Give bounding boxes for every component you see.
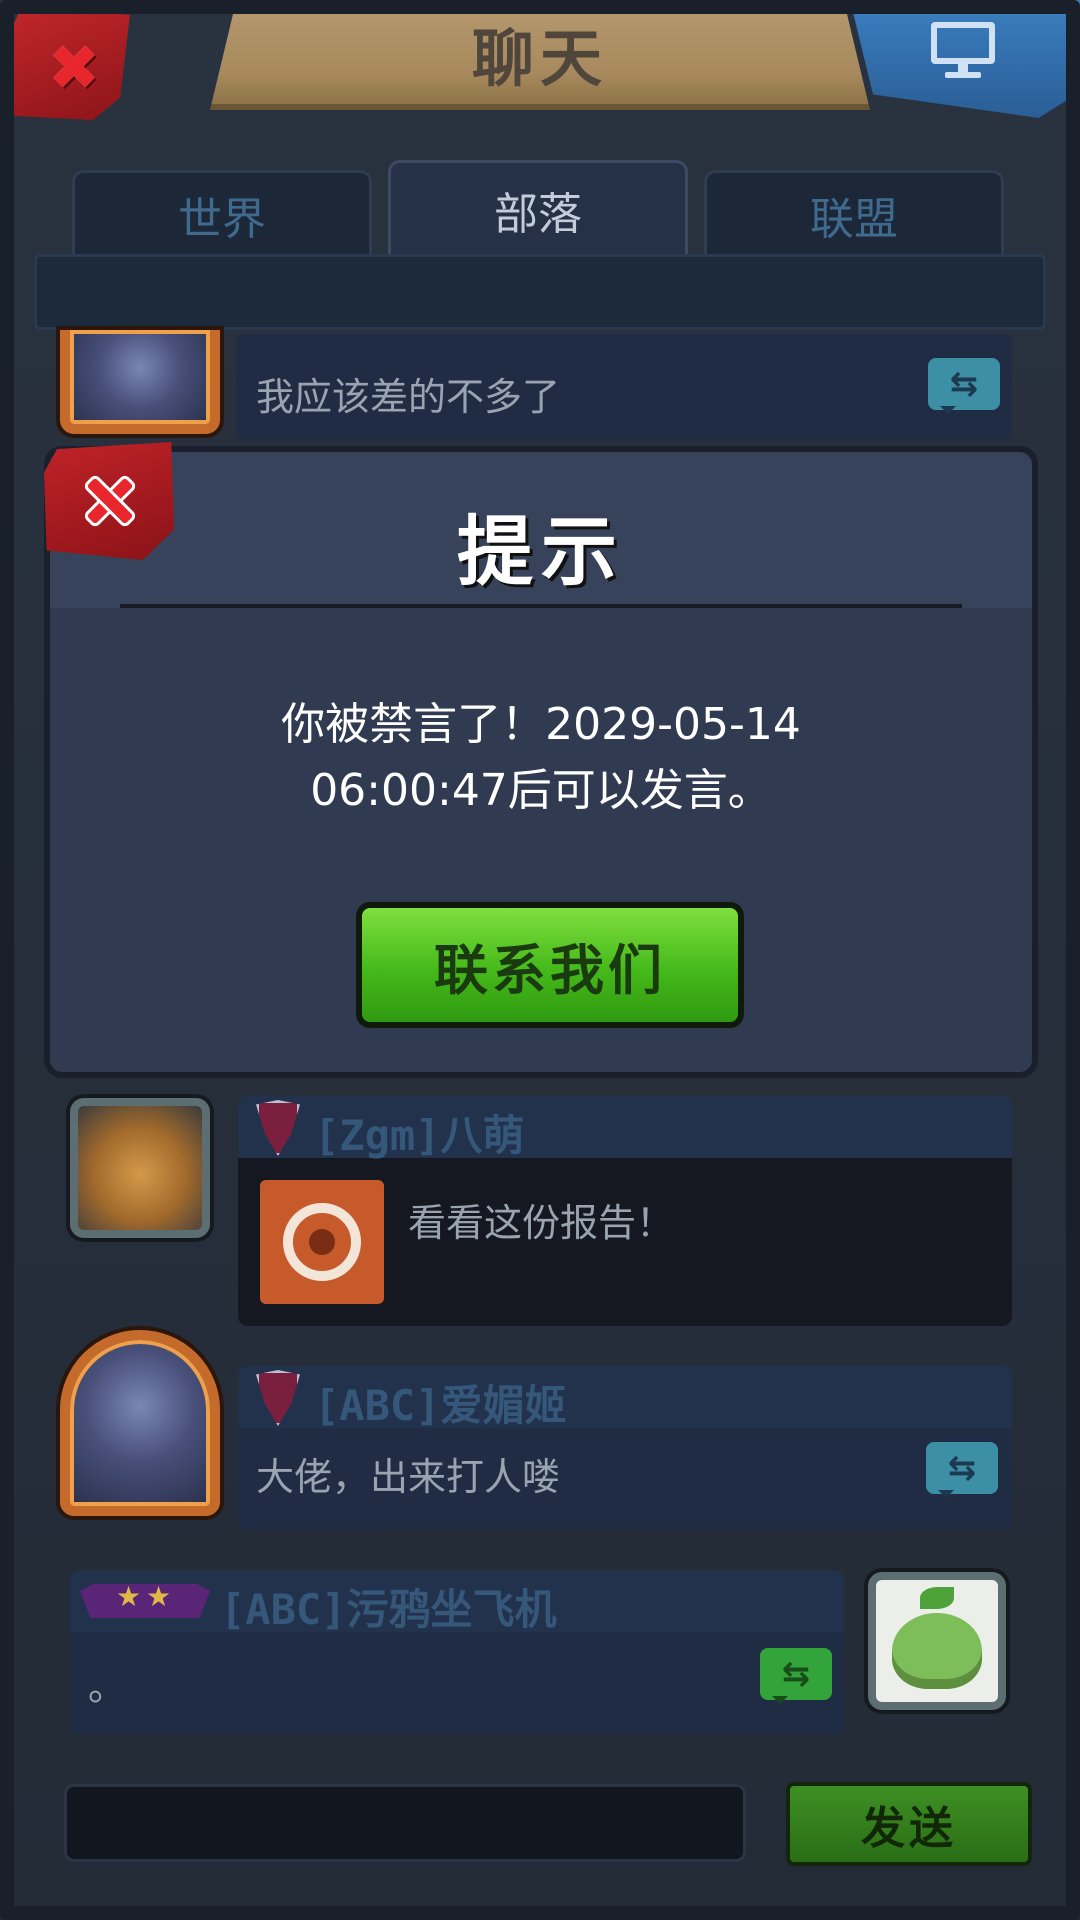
monitor-icon	[931, 22, 995, 80]
divider	[120, 604, 962, 608]
translate-button[interactable]: ⇆	[926, 1442, 998, 1498]
close-icon	[86, 478, 132, 524]
close-icon: ✖	[48, 31, 100, 104]
chat-message: [Zgm]八萌 看看这份报告！	[238, 1096, 1012, 1326]
tab-world[interactable]: 世界	[72, 170, 372, 256]
chat-message: [ABC]爱媚姬 大佬，出来打人喽 ⇆	[238, 1366, 1012, 1530]
turtle-image	[892, 1587, 982, 1689]
chat-message-own: ★ ★ [ABC]污鸦坐飞机 。 ⇆	[70, 1570, 844, 1734]
avatar[interactable]	[868, 1572, 1006, 1710]
message-text: 大佬，出来打人喽	[256, 1455, 561, 1499]
translate-button[interactable]: ⇆	[760, 1648, 832, 1704]
translate-button[interactable]: ⇆	[928, 358, 1000, 414]
tab-tribe[interactable]: 部落	[388, 160, 688, 256]
contact-us-button[interactable]: 联系我们	[356, 902, 744, 1028]
message-text: 。	[88, 1665, 127, 1709]
dialog-message-line2: 06:00:47后可以发言。	[310, 765, 772, 816]
tab-underbar	[34, 254, 1046, 330]
dialog-header: 提示	[50, 452, 1032, 608]
author-name[interactable]: [ABC]污鸦坐飞机	[220, 1576, 556, 1637]
dialog-message-line1: 你被禁言了！2029-05-14	[281, 699, 801, 750]
dialog-message: 你被禁言了！2029-05-14 06:00:47后可以发言。	[50, 692, 1032, 824]
battle-report-icon[interactable]	[260, 1180, 384, 1304]
author-name[interactable]: [Zgm]八萌	[314, 1102, 524, 1163]
send-button[interactable]: 发送	[786, 1782, 1032, 1866]
avatar[interactable]	[60, 330, 220, 434]
page-title: 聊天	[471, 22, 608, 95]
dialog-title: 提示	[457, 507, 625, 596]
chat-tabs: 世界 部落 联盟	[72, 160, 1008, 256]
chat-message: 我应该差的不多了 ⇆	[236, 334, 1012, 440]
close-button[interactable]: ✖	[6, 8, 130, 120]
avatar[interactable]	[60, 1330, 220, 1516]
message-text: 看看这份报告！	[408, 1201, 675, 1245]
notice-dialog: 提示 你被禁言了！2029-05-14 06:00:47后可以发言。 联系我们	[44, 446, 1038, 1078]
message-text: 我应该差的不多了	[256, 375, 561, 419]
chat-input[interactable]	[64, 1784, 746, 1862]
dialog-close-button[interactable]	[44, 442, 174, 560]
title-banner: 聊天	[210, 0, 870, 110]
author-name[interactable]: [ABC]爱媚姬	[314, 1372, 566, 1433]
vip-stars-icon: ★ ★	[80, 1584, 210, 1618]
tab-alliance[interactable]: 联盟	[704, 170, 1004, 256]
avatar[interactable]	[70, 1098, 210, 1238]
